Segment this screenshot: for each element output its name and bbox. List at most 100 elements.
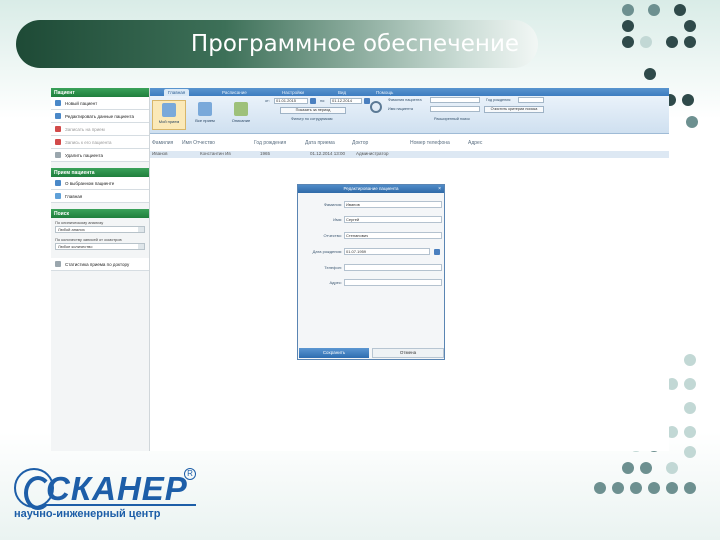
table-cell: Администратор: [356, 151, 389, 156]
sidebar-item-about-patient[interactable]: О выбранном пациенте: [51, 177, 149, 190]
address-field[interactable]: [344, 279, 442, 286]
analysis-select[interactable]: Любой анализ: [55, 226, 145, 233]
patronymic-field[interactable]: Степанович: [344, 232, 442, 239]
column-header[interactable]: Доктор: [352, 140, 368, 146]
edit-patient-dialog: Редактирование пациента × Фамилия: Ивано…: [297, 184, 445, 360]
table-cell: Константин Ив: [200, 151, 231, 156]
search-icon[interactable]: [370, 101, 382, 113]
table-header: Фамилия Имя Отчество Год рождения Дата п…: [150, 140, 669, 148]
field-label: Дата рождения:: [312, 249, 342, 254]
column-header[interactable]: Год рождения: [254, 140, 286, 146]
field-phone: Телефон:: [298, 264, 444, 272]
column-header[interactable]: Имя Отчество: [182, 140, 215, 146]
button-label: Все прием: [195, 118, 215, 123]
filter-label: Фильтр по сотрудникам: [291, 117, 333, 121]
appointment-icon: [55, 126, 61, 132]
my-reception-button[interactable]: Мой прием: [152, 100, 186, 130]
registered-mark: R: [184, 468, 196, 480]
clear-search-button[interactable]: Очистить критерии поиска: [484, 106, 544, 113]
advanced-search-link[interactable]: Расширенный поиск: [434, 117, 470, 121]
firstname-input[interactable]: [430, 106, 480, 112]
field-patronymic: Отчество: Степанович: [298, 232, 444, 240]
phone-field[interactable]: [344, 264, 442, 271]
app-screenshot: Пациент Новый пациент Редактировать данн…: [51, 88, 669, 451]
sidebar-item-home[interactable]: Главная: [51, 190, 149, 203]
firstname-field[interactable]: Сергей: [344, 216, 442, 223]
company-logo: СКАНЕР R научно-инженерный центр: [12, 466, 202, 526]
tab-home[interactable]: Главная: [164, 89, 190, 96]
calendar-all-icon: [198, 102, 212, 116]
logo-underline: [46, 504, 196, 506]
tab-help[interactable]: Помощь: [372, 89, 397, 96]
description-button[interactable]: Описание: [224, 100, 258, 130]
ribbon-tab-bar: Главная Расписание Настройки Вид Помощь: [150, 88, 669, 96]
tab-schedule[interactable]: Расписание: [218, 89, 251, 96]
save-button[interactable]: Сохранить: [299, 348, 369, 358]
tab-settings[interactable]: Настройки: [278, 89, 308, 96]
field-firstname: Имя: Сергей: [298, 216, 444, 224]
period-to-label: по:: [320, 99, 326, 103]
sidebar-item-edit-patient[interactable]: Редактировать данные пациента: [51, 110, 149, 123]
field-label: Адрес:: [329, 280, 342, 285]
sidebar-item-record[interactable]: Запись к его пациента: [51, 136, 149, 149]
calendar-icon[interactable]: [434, 249, 440, 255]
calendar-icon[interactable]: [364, 98, 370, 104]
chevron-down-icon: [138, 227, 144, 232]
show-period-button[interactable]: Показать за период: [280, 107, 346, 114]
sidebar-item-appointment[interactable]: Записать на прием: [51, 123, 149, 136]
period-from-label: от:: [265, 99, 270, 103]
sidebar-item-delete-patient[interactable]: Удалить пациента: [51, 149, 149, 162]
ribbon: Мой прием Все прием Описание от: 01.01.2…: [150, 96, 669, 134]
button-label: Описание: [231, 118, 251, 123]
edit-patient-icon: [55, 113, 61, 119]
sidebar-item-label: О выбранном пациенте: [65, 180, 115, 186]
sidebar-header-patient: Пациент: [51, 88, 149, 97]
logo-subtitle: научно-инженерный центр: [14, 508, 161, 520]
lastname-field[interactable]: Иванов: [344, 201, 442, 208]
sidebar-item-label: Новый пациент: [65, 100, 98, 106]
statistics-icon: [55, 261, 61, 267]
column-header[interactable]: Дата приема: [305, 140, 335, 146]
search-label-analysis: По клиническому анализу: [55, 220, 104, 225]
slide-title: Программное обеспечение: [190, 31, 520, 57]
all-reception-button[interactable]: Все прием: [188, 100, 222, 130]
column-header[interactable]: Номер телефона: [410, 140, 450, 146]
sidebar-item-statistics[interactable]: Статистика приема по доктору: [51, 258, 149, 271]
sidebar-item-label: Запись к его пациента: [65, 139, 112, 145]
home-icon: [55, 193, 61, 199]
birth-year-label: Год рождения: [486, 98, 511, 102]
sidebar-item-new-patient[interactable]: Новый пациент: [51, 97, 149, 110]
field-birthdate: Дата рождения: 01.07.1959: [298, 248, 444, 256]
lastname-input[interactable]: [430, 97, 480, 103]
info-icon: [55, 180, 61, 186]
period-from-input[interactable]: 01.01.2015: [274, 98, 308, 104]
sidebar-header-reception: Прием пациента: [51, 168, 149, 177]
calendar-icon[interactable]: [310, 98, 316, 104]
record-icon: [55, 139, 61, 145]
birth-year-input[interactable]: [518, 97, 544, 103]
table-cell: 1965: [260, 151, 271, 156]
cancel-button[interactable]: Отмена: [372, 348, 444, 358]
sidebar-item-label: Редактировать данные пациента: [65, 113, 134, 119]
analysis-select-value: Любой анализ: [58, 227, 85, 232]
chevron-down-icon: [138, 244, 144, 249]
column-header[interactable]: Адрес: [468, 140, 482, 146]
field-address: Адрес:: [298, 279, 444, 287]
tab-view[interactable]: Вид: [334, 89, 350, 96]
count-select-value: Любое количество: [58, 244, 93, 249]
count-select[interactable]: Любое количество: [55, 243, 145, 250]
period-to-input[interactable]: 01.12.2014: [330, 98, 362, 104]
sidebar-item-label: Записать на прием: [65, 126, 105, 132]
dialog-title: Редактирование пациента ×: [298, 185, 444, 193]
table-row[interactable]: Иванов Константин Ив 1965 01.12.2014 13:…: [150, 151, 669, 158]
table-cell: Иванов: [152, 151, 168, 156]
close-icon[interactable]: ×: [438, 185, 441, 193]
dialog-title-text: Редактирование пациента: [343, 186, 399, 191]
sidebar: Пациент Новый пациент Редактировать данн…: [51, 88, 150, 451]
button-label: Мой прием: [158, 119, 180, 124]
column-header[interactable]: Фамилия: [152, 140, 173, 146]
table-cell: 01.12.2014 13:00: [310, 151, 346, 156]
birthdate-field[interactable]: 01.07.1959: [344, 248, 430, 255]
firstname-label: Имя пациента: [388, 107, 413, 111]
search-label-count: По количеству записей от осмотров: [55, 237, 122, 242]
